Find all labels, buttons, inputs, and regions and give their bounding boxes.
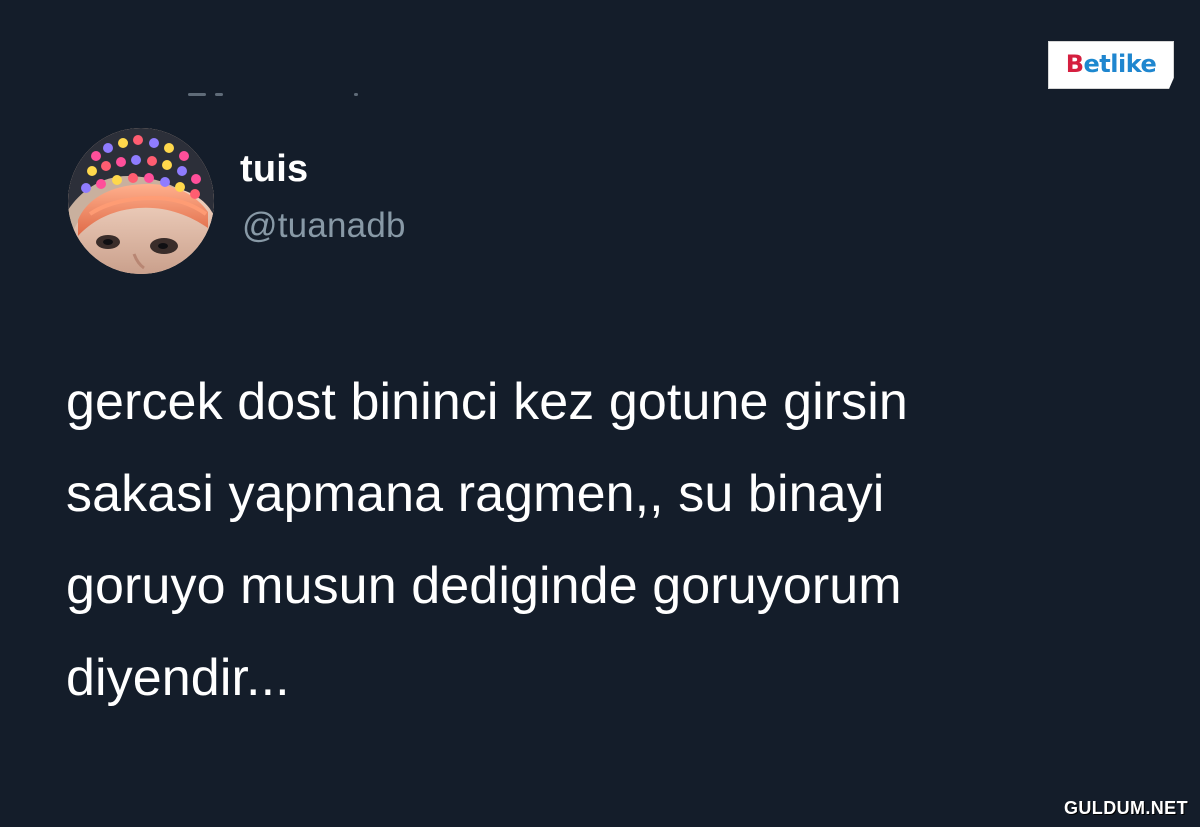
brand-logo: Betlike [1048,41,1174,89]
user-handle[interactable]: @tuanadb [242,208,406,243]
cropped-top-text [188,93,358,101]
tweet-text-line: sakasi yapmana ragmen,, su binayi [66,465,885,523]
profile-avatar[interactable] [68,128,214,274]
logo-letters-rest: tlike [1099,50,1157,78]
tweet-text-line: gercek dost bininci kez gotune girsin [66,373,908,431]
logo-letter-b: B [1065,50,1084,78]
tweet-text: gercek dost bininci kez gotune girsin sa… [66,356,1141,724]
display-name[interactable]: tuis [240,150,308,188]
tweet-text-line: goruyo musun dediginde goruyorum [66,557,902,615]
tweet-card: tuis @tuanadb gercek dost bininci kez go… [0,0,1200,827]
tweet-text-line: diyendir... [66,649,290,707]
logo-letter-e: e [1083,50,1100,78]
site-watermark: GULDUM.NET [1064,798,1188,818]
brand-logo-text: Betlike [1049,52,1173,76]
avatar-icon [68,128,214,274]
